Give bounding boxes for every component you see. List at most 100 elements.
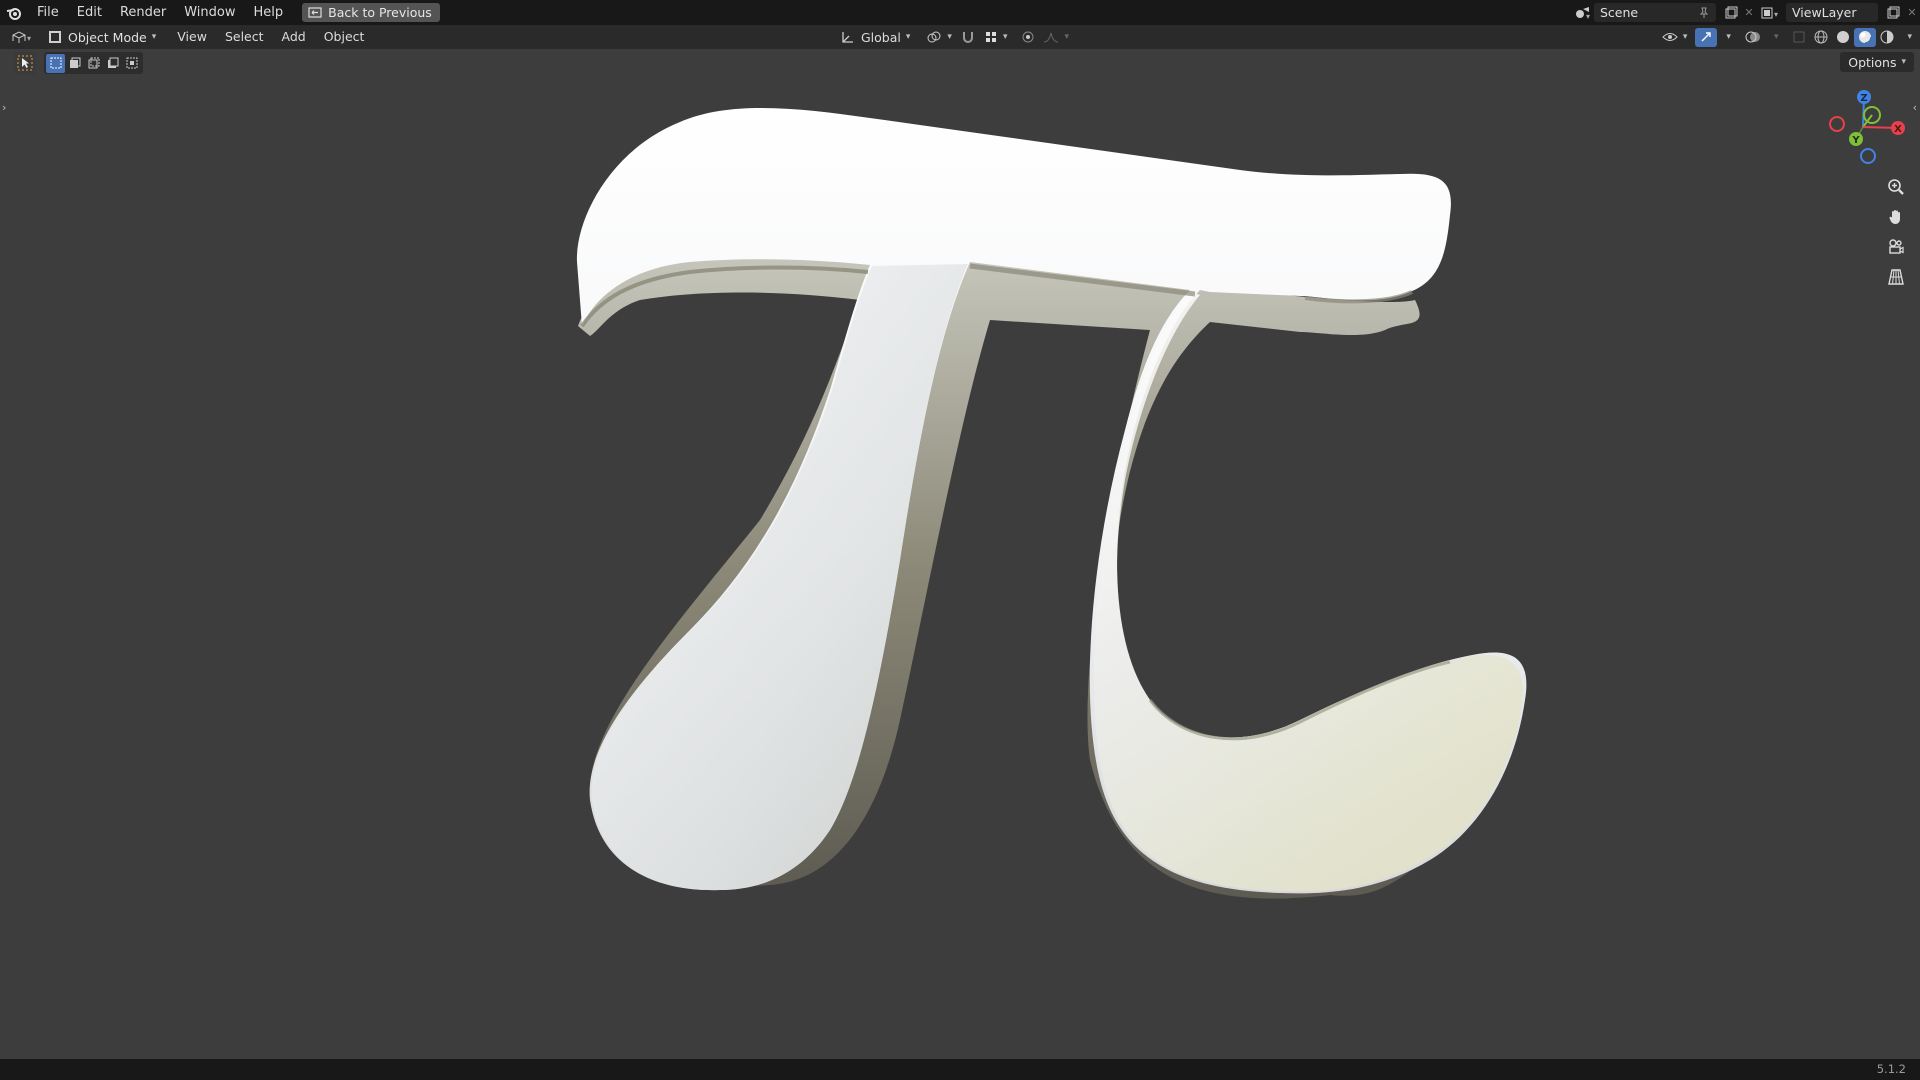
- tool-settings-row: [0, 49, 1920, 77]
- chevron-down-icon: ▾: [1907, 32, 1912, 42]
- overlays-icon: [1745, 31, 1760, 43]
- overlays-toggle[interactable]: [1741, 28, 1765, 47]
- material-sphere-icon: [1859, 31, 1873, 44]
- snap-grid-icon: [985, 32, 996, 42]
- chevron-down-icon: ▾: [1064, 32, 1069, 42]
- select-tool-button[interactable]: [14, 52, 36, 74]
- view-layer-name: ViewLayer: [1792, 5, 1857, 20]
- 3d-viewport[interactable]: › ‹: [0, 49, 1920, 1059]
- gizmo-x-label: X: [1894, 124, 1902, 135]
- options-label: Options: [1848, 54, 1897, 70]
- select-intersect-icon[interactable]: [122, 54, 141, 73]
- gizmo-z-negative[interactable]: [1860, 148, 1876, 164]
- proportional-falloff-dropdown[interactable]: ▾: [1039, 28, 1073, 47]
- menu-select[interactable]: Select: [216, 25, 273, 49]
- eye-visibility-icon: [1662, 33, 1678, 41]
- pi-object[interactable]: [0, 49, 1920, 1059]
- select-set-icon[interactable]: [46, 53, 65, 73]
- viewport-header: ▾ Object Mode ▾ View Select Add Object G…: [0, 25, 1920, 49]
- blender-logo-icon[interactable]: [0, 0, 28, 25]
- top-bar: File Edit Render Window Help Back to Pre…: [0, 0, 1920, 25]
- view-layer-field[interactable]: ViewLayer: [1786, 3, 1878, 22]
- shading-dropdown[interactable]: ▾: [1898, 28, 1916, 47]
- chevron-down-icon: ▾: [1901, 57, 1906, 67]
- back-to-previous-button[interactable]: Back to Previous: [302, 3, 440, 22]
- view-layer-selector-icon[interactable]: ▾: [1756, 3, 1786, 22]
- overlays-dropdown[interactable]: ▾: [1765, 28, 1783, 47]
- menu-render[interactable]: Render: [111, 0, 175, 25]
- menu-view[interactable]: View: [168, 25, 216, 49]
- cursor-select-icon: [17, 55, 33, 71]
- pan-hand-icon[interactable]: [1884, 205, 1908, 229]
- menu-window[interactable]: Window: [175, 0, 244, 25]
- screen-back-icon: [308, 7, 322, 18]
- toolbar-expand-arrow-icon[interactable]: ›: [2, 101, 6, 114]
- visibility-dropdown[interactable]: ▾: [1658, 28, 1692, 47]
- solid-sphere-icon: [1837, 31, 1850, 43]
- menu-edit[interactable]: Edit: [68, 0, 111, 25]
- shading-wireframe[interactable]: [1810, 28, 1832, 47]
- transform-orientation-dropdown[interactable]: Global ▾: [836, 28, 914, 47]
- editor-type-icon[interactable]: ▾: [8, 28, 38, 47]
- gizmo-y-label: Y: [1851, 135, 1860, 146]
- xray-icon: [1793, 31, 1805, 43]
- navigation-buttons: [1884, 175, 1908, 289]
- select-extend-icon[interactable]: [65, 54, 84, 73]
- chevron-down-icon: ▾: [1773, 32, 1779, 42]
- pivot-point-icon: [927, 31, 941, 43]
- shading-material-preview[interactable]: [1854, 27, 1877, 47]
- proportional-edit-icon: [1022, 31, 1034, 43]
- delete-scene-icon[interactable]: ✕: [1742, 3, 1756, 22]
- menu-object[interactable]: Object: [315, 25, 374, 49]
- menu-file[interactable]: File: [28, 0, 68, 25]
- proportional-editing-toggle[interactable]: [1017, 28, 1039, 47]
- scene-name: Scene: [1600, 5, 1639, 20]
- navigation-gizmo[interactable]: Z X Y: [1818, 82, 1908, 172]
- select-subtract-icon[interactable]: [84, 54, 103, 73]
- scene-selector-icon[interactable]: ▾: [1572, 3, 1594, 22]
- new-scene-icon[interactable]: [1720, 3, 1742, 22]
- transform-orientation-label: Global: [861, 29, 901, 45]
- shading-rendered[interactable]: [1876, 28, 1898, 47]
- gizmo-icon: [1701, 32, 1712, 42]
- perspective-grid-icon[interactable]: [1884, 265, 1908, 289]
- version-label: 5.1.2: [1876, 1062, 1906, 1076]
- magnet-icon: [962, 32, 973, 43]
- xray-toggle[interactable]: [1788, 28, 1810, 47]
- chevron-down-icon: ▾: [1002, 32, 1008, 42]
- chevron-down-icon: ▾: [947, 32, 952, 42]
- gizmo-x-negative[interactable]: [1829, 116, 1845, 132]
- pin-icon[interactable]: [1698, 7, 1710, 19]
- new-view-layer-icon[interactable]: [1882, 3, 1904, 22]
- snap-toggle[interactable]: [956, 28, 980, 47]
- object-mode-icon: [49, 31, 61, 43]
- delete-view-layer-icon[interactable]: ✕: [1904, 3, 1920, 22]
- chevron-down-icon: ▾: [1726, 32, 1731, 42]
- chevron-down-icon: ▾: [1682, 32, 1688, 42]
- menu-add[interactable]: Add: [273, 25, 315, 49]
- selection-mode-group: [44, 52, 143, 74]
- sidebar-expand-arrow-icon[interactable]: ‹: [1913, 101, 1917, 114]
- gizmo-z-label: Z: [1860, 93, 1867, 104]
- snap-target-dropdown[interactable]: ▾: [980, 28, 1012, 47]
- svg-text:▾: ▾: [1586, 12, 1590, 20]
- select-invert-icon[interactable]: [103, 54, 122, 73]
- zoom-icon[interactable]: [1884, 175, 1908, 199]
- camera-view-icon[interactable]: [1884, 235, 1908, 259]
- scene-field[interactable]: Scene: [1594, 3, 1716, 22]
- gizmo-dropdown[interactable]: ▾: [1717, 28, 1735, 47]
- menu-help[interactable]: Help: [245, 0, 293, 25]
- svg-text:▾: ▾: [27, 34, 31, 43]
- options-dropdown[interactable]: Options ▾: [1840, 52, 1914, 72]
- pivot-point-dropdown[interactable]: ▾: [922, 28, 956, 47]
- gizmo-toggle[interactable]: [1695, 27, 1718, 47]
- chevron-down-icon: ▾: [151, 32, 157, 42]
- shading-solid[interactable]: [1832, 28, 1854, 47]
- wireframe-sphere-icon: [1814, 30, 1828, 44]
- back-button-label: Back to Previous: [328, 5, 432, 20]
- chevron-down-icon: ▾: [905, 32, 911, 42]
- falloff-curve-icon: [1044, 32, 1059, 43]
- object-mode-label: Object Mode: [68, 29, 147, 45]
- rendered-sphere-icon: [1880, 30, 1894, 44]
- object-mode-dropdown[interactable]: Object Mode ▾: [42, 28, 162, 47]
